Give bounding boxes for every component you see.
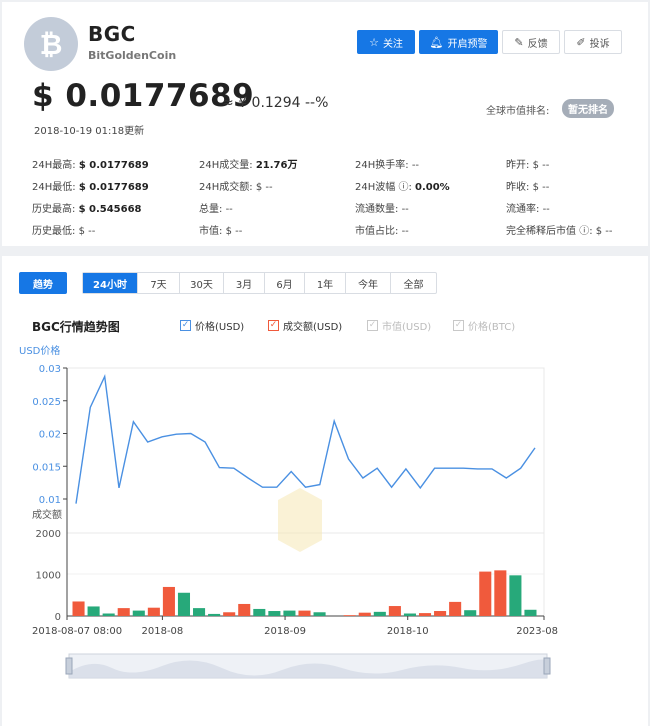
volume-bar — [147, 607, 160, 616]
price-axis-title: USD价格 — [19, 344, 60, 357]
stat-vol24: 24H成交量: 21.76万 — [199, 160, 298, 171]
stat-supply: 总量: -- — [199, 204, 233, 215]
alert-button[interactable]: 🔔︎ 开启预警 — [419, 30, 498, 54]
volume-bar — [449, 601, 462, 616]
x-tick-label: 2023-08 — [516, 626, 558, 637]
stat-circ-rate: 流通率: -- — [506, 204, 550, 215]
volume-bar — [223, 612, 236, 616]
volume-bar — [509, 575, 522, 616]
volume-bar — [403, 613, 416, 616]
volume-bar — [72, 601, 85, 616]
stat-turnover: 24H换手率: -- — [355, 160, 420, 171]
volume-bar — [87, 606, 100, 616]
volume-bar — [268, 611, 281, 616]
zoom-handle-right — [543, 657, 551, 675]
feedback-button[interactable]: ✎ 反馈 — [502, 30, 560, 54]
coin-header-panel: ₿ BGC BitGoldenCoin ☆ 关注 🔔︎ 开启预警 ✎ 反馈 ✐ 投诉 $… — [2, 2, 648, 246]
volume-bar — [298, 610, 311, 616]
x-tick-label: 2018-08-07 08:00 — [32, 626, 122, 637]
stat-close: 昨收: $ -- — [506, 182, 550, 193]
stat-open: 昨开: $ -- — [506, 160, 550, 171]
stat-fdv: 完全稀释后市值 ⓘ: $ -- — [506, 226, 613, 237]
stat-circulating: 流通数量: -- — [355, 204, 409, 215]
zoom-handle-left — [65, 657, 73, 675]
stat-mcap-share: 市值占比: -- — [355, 226, 409, 237]
volume-bar — [388, 606, 401, 616]
volume-bar — [373, 611, 386, 616]
cny-price: ≈ ¥ 0.1294 --% — [222, 95, 329, 111]
report-button[interactable]: ✐ 投诉 — [564, 30, 622, 54]
x-tick-label: 2018-10 — [387, 626, 429, 637]
stat-low24: 24H最低: $ 0.0177689 — [32, 182, 149, 193]
volume-bar — [283, 610, 296, 616]
bell-icon: 🔔︎ — [429, 35, 444, 49]
update-time: 2018-10-19 01:18更新 — [34, 126, 145, 137]
x-tick-label: 2018-09 — [264, 626, 306, 637]
price-line — [75, 374, 536, 504]
volume-bar — [494, 570, 507, 616]
price-tick-label: 0.015 — [32, 462, 61, 473]
price-volume-chart[interactable]: USD价格成交额 0.03 0.025 0.02 0.015 0.01 2000 1000 0 2… — [2, 256, 648, 726]
volume-bar — [162, 586, 175, 616]
rank-badge: 暂无排名 — [562, 99, 614, 118]
volume-bar — [313, 612, 326, 616]
stat-high24: 24H最高: $ 0.0177689 — [32, 160, 149, 171]
volume-bar — [418, 613, 432, 616]
star-icon: ☆ — [369, 35, 379, 49]
volume-bar — [524, 609, 537, 616]
volume-tick-label: 0 — [55, 612, 61, 623]
coin-symbol: BGC — [88, 22, 136, 46]
volume-bar — [177, 592, 191, 616]
volume-bar — [132, 610, 145, 616]
volume-bar — [102, 613, 115, 616]
price-tick-label: 0.025 — [32, 397, 61, 408]
coin-name: BitGoldenCoin — [88, 49, 177, 62]
stat-mcap: 市值: $ -- — [199, 226, 243, 237]
volume-bar — [434, 611, 447, 616]
price-tick-label: 0.02 — [39, 430, 61, 441]
stat-ath: 历史最高: $ 0.545668 — [32, 204, 142, 215]
x-tick-label: 2018-08 — [142, 626, 184, 637]
volume-bar — [358, 612, 371, 616]
stat-amt24: 24H成交额: $ -- — [199, 182, 273, 193]
volume-tick-label: 2000 — [36, 529, 61, 540]
volume-bar — [343, 615, 356, 616]
volume-bar — [238, 603, 251, 616]
follow-button[interactable]: ☆ 关注 — [357, 30, 415, 54]
volume-bar — [479, 571, 492, 616]
usd-price: $ 0.0177689 — [32, 78, 255, 114]
pen-icon: ✐ — [576, 35, 586, 49]
edit-icon: ✎ — [514, 35, 524, 49]
volume-bar — [464, 610, 477, 616]
volume-bar — [117, 608, 130, 616]
volume-bar — [253, 608, 266, 616]
rank-label: 全球市值排名: — [486, 106, 550, 117]
watermark-logo — [278, 488, 322, 552]
volume-bar — [208, 613, 221, 616]
volume-bar — [193, 608, 206, 616]
stat-atl: 历史最低: $ -- — [32, 226, 96, 237]
chart-panel: 趋势 24小时 7天 30天 3月 6月 1年 今年 全部 BGC行情趋势图 ✓ 价格(USD)… — [2, 256, 648, 726]
price-tick-label: 0.01 — [39, 495, 61, 506]
volume-axis-title: 成交额 — [32, 508, 62, 521]
volume-tick-label: 1000 — [36, 571, 61, 582]
price-tick-label: 0.03 — [39, 364, 61, 375]
stat-amplitude: 24H波幅 ⓘ: 0.00% — [355, 182, 450, 193]
coin-logo-icon: ₿ — [24, 17, 78, 71]
info-icon[interactable]: ⓘ — [579, 226, 589, 237]
info-icon[interactable]: ⓘ — [398, 182, 408, 193]
